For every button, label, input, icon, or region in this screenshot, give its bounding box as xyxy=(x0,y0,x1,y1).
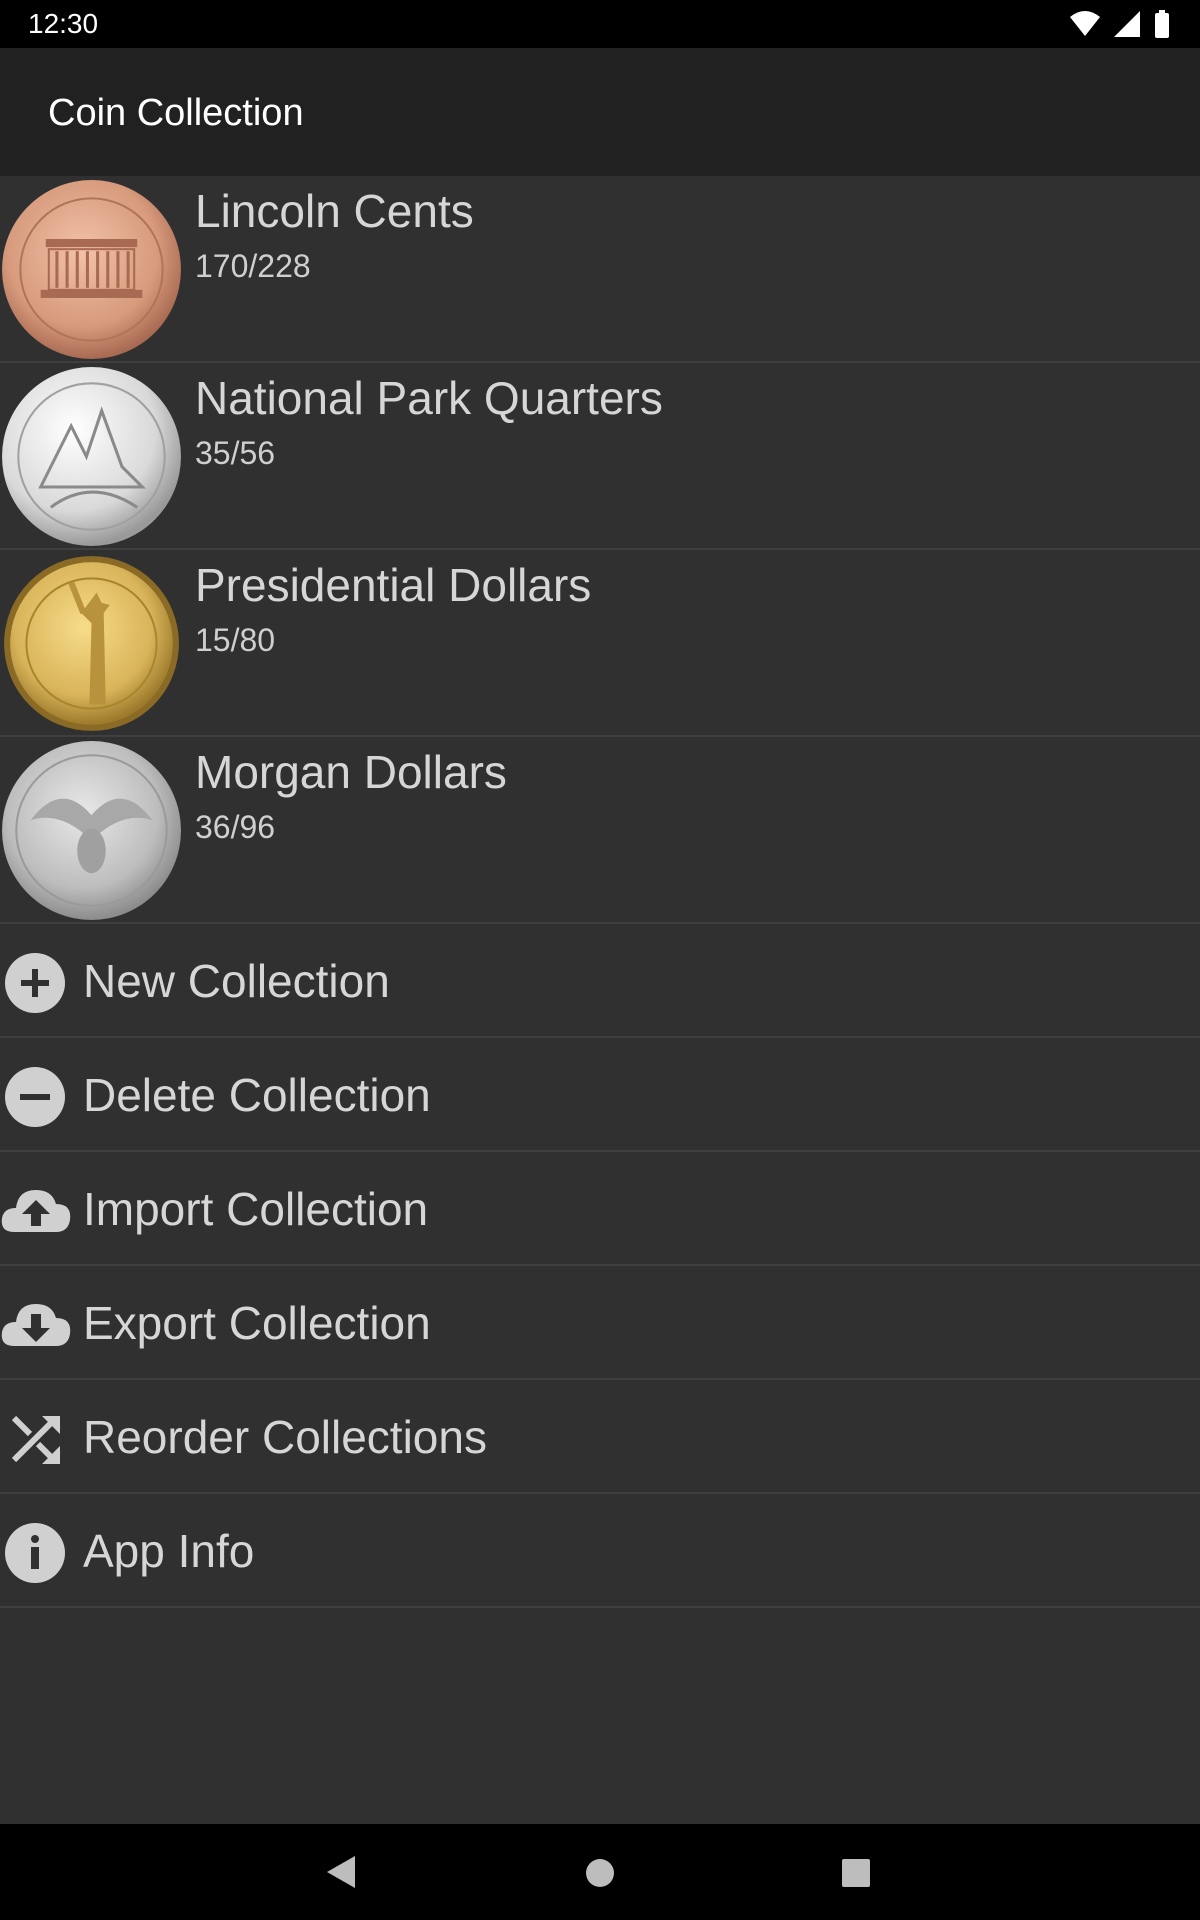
collection-name: Morgan Dollars xyxy=(195,746,507,798)
reorder-collections-button[interactable]: Reorder Collections xyxy=(0,1380,1200,1494)
action-label: Import Collection xyxy=(83,1183,429,1235)
status-time: 12:30 xyxy=(28,8,99,39)
collection-name: National Park Quarters xyxy=(195,372,663,424)
collection-item-national-park-quarters[interactable]: National Park Quarters 35/56 xyxy=(0,363,1200,550)
plus-circle-icon xyxy=(5,953,65,1013)
wifi-icon xyxy=(1070,11,1100,36)
collection-count: 15/80 xyxy=(195,622,276,658)
action-label: Export Collection xyxy=(83,1297,431,1349)
collection-name: Presidential Dollars xyxy=(195,559,592,611)
navigation-bar xyxy=(0,1824,1200,1920)
new-collection-button[interactable]: New Collection xyxy=(0,924,1200,1038)
collection-name: Lincoln Cents xyxy=(195,185,474,237)
lincoln-cent-coin-image xyxy=(2,180,181,359)
action-label: App Info xyxy=(83,1525,255,1577)
collection-item-presidential-dollars[interactable]: Presidential Dollars 15/80 xyxy=(0,550,1200,737)
collection-count: 35/56 xyxy=(195,435,276,471)
cloud-upload-icon xyxy=(1,1190,71,1232)
app-info-button[interactable]: App Info xyxy=(0,1494,1200,1608)
minus-circle-icon xyxy=(5,1067,65,1127)
export-collection-button[interactable]: Export Collection xyxy=(0,1266,1200,1380)
page-title: Coin Collection xyxy=(48,92,304,134)
national-park-quarter-coin-image xyxy=(2,367,181,546)
app-bar: Coin Collection xyxy=(0,48,1200,176)
collection-count: 36/96 xyxy=(195,809,276,845)
import-collection-button[interactable]: Import Collection xyxy=(0,1152,1200,1266)
collection-count: 170/228 xyxy=(195,248,311,284)
info-icon xyxy=(5,1523,65,1583)
status-icons xyxy=(1070,10,1170,38)
action-label: New Collection xyxy=(83,955,390,1007)
collection-item-morgan-dollars[interactable]: Morgan Dollars 36/96 xyxy=(0,737,1200,924)
action-label: Reorder Collections xyxy=(83,1411,487,1463)
collection-list: Lincoln Cents 170/228 National Park Quar… xyxy=(0,176,1200,1608)
morgan-dollar-coin-image xyxy=(2,741,181,920)
recents-icon[interactable] xyxy=(841,1858,871,1888)
back-icon[interactable] xyxy=(325,1854,357,1890)
home-icon[interactable] xyxy=(585,1858,615,1888)
delete-collection-button[interactable]: Delete Collection xyxy=(0,1038,1200,1152)
signal-icon xyxy=(1114,11,1140,37)
action-label: Delete Collection xyxy=(83,1069,431,1121)
shuffle-icon xyxy=(11,1415,60,1464)
cloud-download-icon xyxy=(1,1304,71,1346)
presidential-dollar-coin-image xyxy=(4,556,179,731)
battery-icon xyxy=(1155,10,1169,38)
status-bar: 12:30 xyxy=(0,0,1200,48)
collection-item-lincoln-cents[interactable]: Lincoln Cents 170/228 xyxy=(0,176,1200,363)
